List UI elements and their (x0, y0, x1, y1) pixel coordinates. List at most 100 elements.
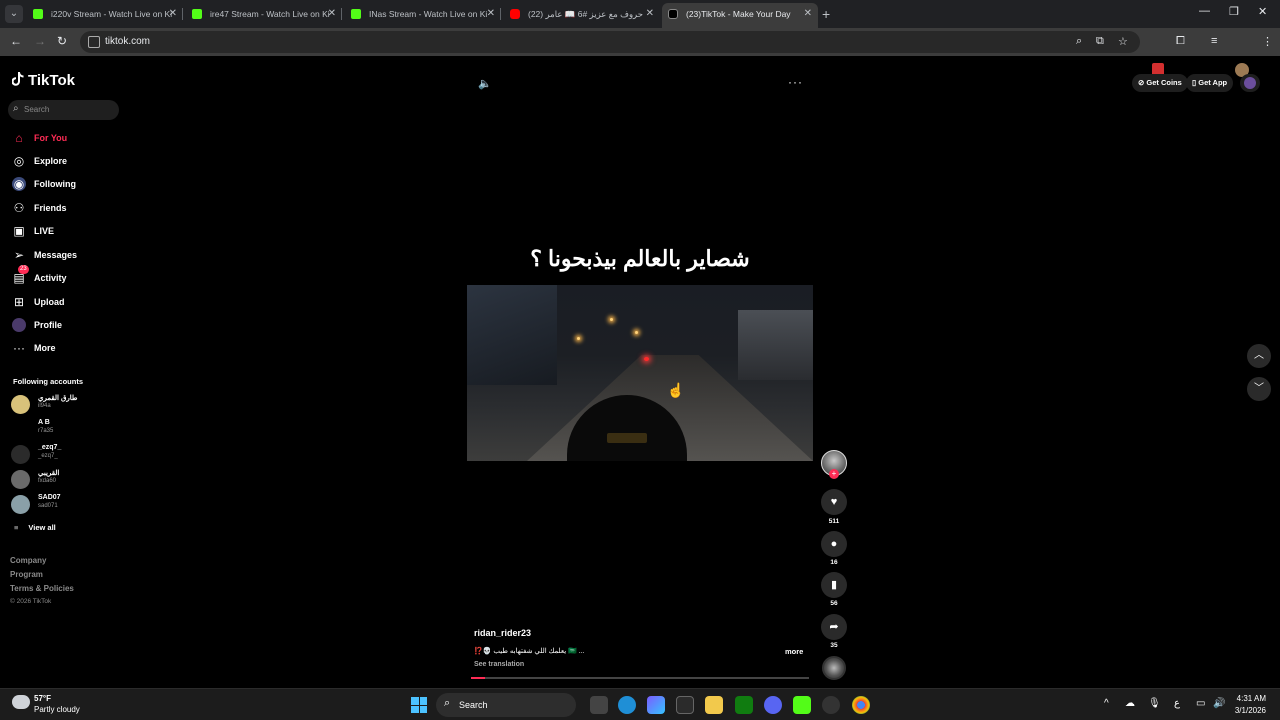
back-icon[interactable]: ← (10, 34, 22, 48)
restore-icon[interactable]: ❐ (1229, 5, 1239, 18)
tab-title: i220v Stream - Watch Live on Ki (51, 9, 173, 19)
close-icon[interactable]: ✕ (804, 3, 812, 25)
user-avatar-button[interactable] (1240, 74, 1260, 92)
extensions-puzzle-icon[interactable]: ⧠ (1176, 35, 1185, 48)
footer-program-link[interactable]: Program (10, 570, 43, 579)
microphone-icon[interactable]: 🎙 (1148, 698, 1161, 709)
tab-media-icon[interactable]: ≡ (1211, 35, 1217, 47)
save-count: 56 (830, 600, 838, 607)
footer-terms-link[interactable]: Terms & Policies (10, 584, 74, 593)
task-view-icon[interactable] (590, 696, 608, 714)
bookmark-star-icon[interactable]: ☆ (1118, 35, 1128, 48)
window-close-icon[interactable]: ✕ (1258, 5, 1267, 18)
next-video-button[interactable]: ﹀ (1247, 377, 1271, 401)
install-app-icon[interactable]: ⧉ (1096, 35, 1104, 48)
following-account[interactable]: _ezq7_ _ezq7_ (11, 443, 121, 465)
bookmark-icon: ▮ (830, 579, 838, 591)
footer-company-link[interactable]: Company (10, 556, 46, 565)
nav-label: Profile (34, 320, 63, 330)
weather-cloud-icon[interactable] (12, 695, 30, 709)
get-app-button[interactable]: ▯ Get App (1186, 74, 1234, 92)
forward-icon[interactable]: → (34, 34, 46, 48)
compass-icon: ◎ (13, 154, 25, 168)
speaker-icon[interactable]: 🔊 (1213, 698, 1225, 709)
weather-temperature[interactable]: 57°F (34, 694, 51, 703)
site-info-icon[interactable] (88, 36, 100, 48)
nav-activity[interactable]: ▤ 23 Activity (12, 265, 122, 286)
following-account[interactable]: طارق القمري il94a (11, 393, 121, 415)
chevron-down-icon: ﹀ (1254, 383, 1264, 394)
view-all-link[interactable]: ≡ View all (14, 523, 56, 532)
nav-upload[interactable]: ⊞ Upload (12, 294, 122, 310)
close-icon[interactable]: ✕ (328, 3, 336, 25)
nav-profile[interactable]: Profile (12, 317, 122, 333)
copilot-icon[interactable] (647, 696, 665, 714)
browser-tab[interactable]: ire47 Stream - Watch Live on Ki ✕ (186, 3, 342, 25)
previous-video-button[interactable]: ︿ (1247, 344, 1271, 368)
file-explorer-icon[interactable] (705, 696, 723, 714)
music-disc-icon[interactable] (822, 656, 846, 680)
clock-date[interactable]: 3/1/2026 (1235, 706, 1266, 715)
nav-more[interactable]: ··· More (12, 340, 122, 356)
xbox-icon[interactable] (735, 696, 753, 714)
video-author[interactable]: ridan_rider23 (474, 628, 531, 638)
browser-tab[interactable]: INas Stream - Watch Live on Ki ✕ (345, 3, 501, 25)
store-icon[interactable] (676, 696, 694, 714)
zoom-icon[interactable]: ⌕ (1076, 35, 1082, 48)
new-tab-icon[interactable]: + (822, 5, 830, 23)
edge-icon[interactable] (618, 696, 636, 714)
weather-description[interactable]: Partly cloudy (34, 705, 80, 714)
kick-icon (33, 9, 43, 19)
browser-tab-active[interactable]: (23)TikTok - Make Your Day ✕ (662, 3, 818, 28)
save-button[interactable]: ▮ (821, 572, 847, 598)
close-icon[interactable]: ✕ (646, 3, 654, 25)
close-icon[interactable]: ✕ (487, 3, 495, 25)
browser-tab[interactable]: (22) حروف مع عزيز #6 📖 عامر ✕ (504, 3, 660, 25)
kick-icon (192, 9, 202, 19)
following-account[interactable]: A B r7a35 (11, 418, 121, 440)
chrome-menu-icon[interactable]: ⋮ (1262, 35, 1273, 48)
get-coins-button[interactable]: ⊘ Get Coins (1132, 74, 1188, 92)
nav-explore[interactable]: ◎ Explore (12, 153, 122, 169)
url-text[interactable]: tiktok.com (105, 31, 150, 53)
avatar (1244, 77, 1256, 89)
description-more-button[interactable]: more (785, 647, 803, 656)
address-bar[interactable]: tiktok.com ⌕ ⧉ ☆ (80, 31, 1140, 53)
following-account[interactable]: القريبي fxda60 (11, 468, 121, 490)
minimize-icon[interactable]: — (1199, 5, 1210, 17)
tiktok-logo[interactable]: TikTok (12, 72, 75, 89)
nav-messages[interactable]: ➢ Messages (12, 247, 122, 263)
taskbar-search[interactable]: ⌕ Search (436, 693, 576, 717)
steam-icon[interactable] (822, 696, 840, 714)
following-account[interactable]: SAD07 sad071 (11, 493, 121, 515)
discord-icon[interactable] (764, 696, 782, 714)
like-button[interactable]: ♥ (821, 489, 847, 515)
tab-search-menu-icon[interactable]: ⌄ (5, 5, 23, 23)
video-player[interactable] (467, 285, 813, 461)
browser-tab[interactable]: i220v Stream - Watch Live on Ki ✕ (27, 3, 183, 25)
video-progress-bar[interactable] (471, 677, 809, 679)
volume-icon[interactable]: 🔈 (478, 77, 492, 90)
network-icon[interactable]: ▭ (1196, 698, 1205, 709)
windows-taskbar: 57°F Partly cloudy ⌕ Search ^ ☁ 🎙 ع ▭ 🔊 … (0, 688, 1280, 720)
onedrive-icon[interactable]: ☁ (1125, 698, 1135, 709)
keyboard-language-icon[interactable]: ع (1174, 698, 1180, 709)
nav-friends[interactable]: ⚇ Friends (12, 200, 122, 216)
share-button[interactable]: ➦ (821, 614, 847, 640)
nav-for-you[interactable]: ⌂ For You (12, 130, 122, 146)
tray-chevron-up-icon[interactable]: ^ (1104, 698, 1109, 709)
reload-icon[interactable]: ↻ (57, 34, 67, 48)
see-translation-link[interactable]: See translation (474, 661, 524, 668)
clock-time[interactable]: 4:31 AM (1237, 694, 1266, 703)
search-input[interactable]: ⌕ Search (8, 100, 119, 120)
nav-live[interactable]: ▣ LIVE (12, 223, 122, 239)
comment-button[interactable]: ● (821, 531, 847, 557)
close-icon[interactable]: ✕ (169, 3, 177, 25)
chrome-icon[interactable] (852, 696, 870, 714)
kick-app-icon[interactable] (793, 696, 811, 714)
more-options-icon[interactable]: ··· (788, 75, 803, 89)
windows-start-icon[interactable] (411, 697, 427, 713)
nav-following[interactable]: ◉ Following (12, 176, 122, 192)
follow-plus-icon[interactable]: + (829, 469, 839, 479)
account-name: القريبي (38, 470, 60, 477)
